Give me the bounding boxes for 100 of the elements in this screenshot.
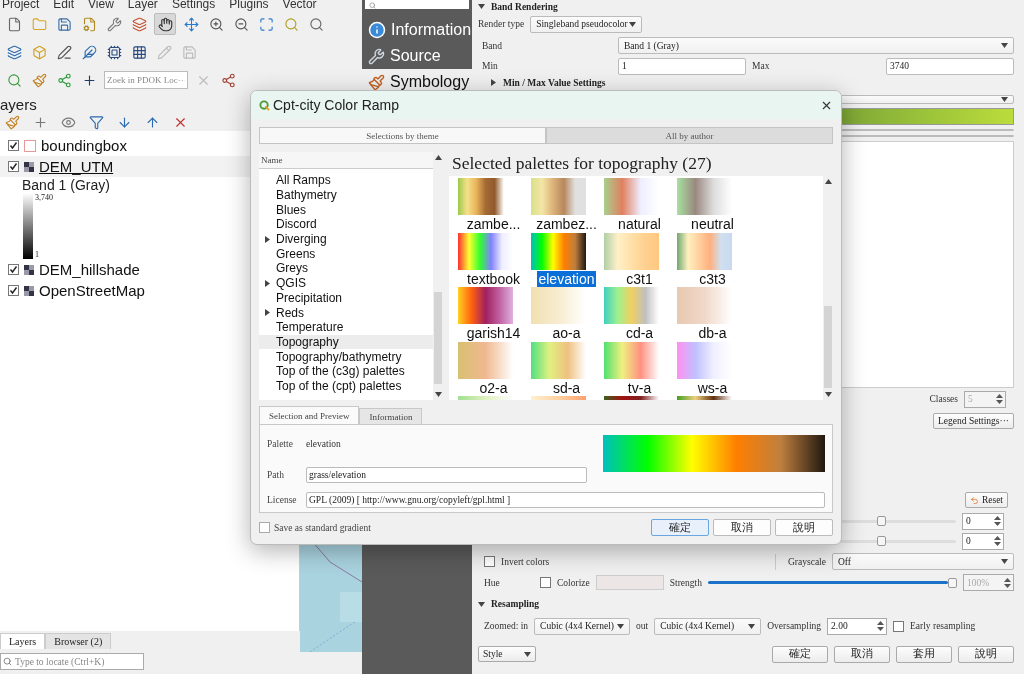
path-field[interactable]: grass/elevation (306, 467, 587, 483)
panel-tab[interactable]: Layers (0, 633, 46, 649)
tab[interactable]: Selections by theme (259, 127, 546, 144)
palette-swatch[interactable] (458, 287, 513, 324)
locator-field[interactable]: Zoek in PDOK Loc··· (104, 71, 188, 89)
palette-name[interactable]: c3t1 (625, 270, 654, 287)
palette-name[interactable]: ao-a (551, 325, 582, 341)
palette-swatch[interactable] (531, 178, 586, 215)
palette-name[interactable]: db-a (697, 325, 728, 341)
color-button[interactable] (595, 575, 664, 590)
palette-swatch[interactable] (531, 341, 586, 379)
zoomed-out-select[interactable]: Cubic (4x4 Kernel) (654, 617, 762, 635)
dialog-button[interactable]: 確定 (651, 519, 709, 536)
tree-item[interactable]: Blues (259, 202, 433, 218)
palette-swatch[interactable] (604, 232, 659, 270)
palette-swatch[interactable] (458, 232, 513, 270)
save-checkbox[interactable] (259, 522, 270, 533)
render-type-select[interactable]: Singleband pseudocolor (530, 15, 643, 33)
palette-name[interactable]: cd-a (624, 325, 655, 341)
layer-name[interactable]: boundingbox (41, 137, 127, 154)
value-spinbox[interactable]: 0 (962, 532, 1004, 550)
color-ramp-button[interactable] (840, 108, 1014, 125)
license-field[interactable]: GPL (2009) [ http://www.gnu.org/copyleft/gpl.html ] (306, 492, 825, 508)
tree-item[interactable]: Precipitation (259, 290, 433, 306)
tree-item[interactable]: All Ramps (259, 173, 433, 188)
menu-item[interactable]: Settings (171, 0, 216, 10)
dialog-button[interactable]: 說明 (958, 645, 1014, 663)
tree-item[interactable]: Greens (259, 246, 433, 262)
tree-item[interactable]: Temperature (259, 319, 433, 335)
slider-handle[interactable] (877, 535, 887, 546)
tree-item[interactable]: QGIS (259, 275, 433, 291)
menu-item[interactable]: Edit (53, 0, 75, 10)
section-header[interactable]: Resampling (478, 593, 540, 615)
tree-item[interactable]: Diverging (259, 231, 433, 247)
sidebar-item[interactable]: Source (362, 43, 472, 69)
tree-item[interactable]: Bathymetry (259, 187, 433, 203)
zoomed-in-select[interactable]: Cubic (4x4 Kernel) (534, 617, 631, 635)
layer-checkbox[interactable] (8, 161, 19, 172)
palette-name[interactable]: elevation (537, 270, 596, 287)
hand-icon[interactable] (154, 13, 176, 35)
tree-item[interactable]: Reds (259, 305, 433, 320)
dialog-button[interactable]: 取消 (713, 519, 771, 536)
palette-swatch[interactable] (531, 232, 586, 270)
layer-name[interactable]: DEM_hillshade (39, 261, 140, 278)
invert-checkbox[interactable] (484, 556, 495, 567)
tree-item[interactable]: Greys (259, 261, 433, 276)
section-header[interactable]: Min / Max Value Settings (478, 76, 606, 89)
palette-name[interactable]: zambe... (465, 216, 522, 232)
value-spinbox[interactable]: 0 (962, 512, 1004, 530)
style-dropdown[interactable]: Style (478, 646, 536, 662)
menu-item[interactable]: Vector (282, 0, 317, 10)
tab[interactable]: Information (359, 408, 423, 424)
palette-name[interactable]: o2-a (478, 379, 509, 396)
tree-item[interactable]: Topography/bathymetry (259, 349, 433, 364)
tab[interactable]: All by author (546, 127, 833, 144)
tree-item[interactable]: Top of the (cpt) palettes (259, 378, 433, 394)
palette-name[interactable]: ws-a (696, 379, 729, 396)
menu-item[interactable]: Layer (127, 0, 158, 10)
reset-button[interactable]: Reset (964, 492, 1008, 508)
dialog-button[interactable]: 套用 (896, 645, 952, 663)
tree-item[interactable]: Discord (259, 217, 433, 232)
grayscale-select[interactable]: Off (832, 553, 1014, 570)
slider-handle[interactable] (948, 577, 957, 588)
sidebar-item[interactable]: Information (362, 17, 472, 43)
tab[interactable]: Selection and Preview (259, 406, 360, 424)
early-resampling-checkbox[interactable] (893, 620, 905, 632)
palette-name[interactable]: neutral (690, 216, 735, 232)
menu-item[interactable]: Plugins (229, 0, 269, 10)
palette-swatch[interactable] (604, 341, 659, 379)
legend-settings-button[interactable]: Legend Settings··· (933, 413, 1014, 429)
locate-field[interactable]: Type to locate (Ctrl+K) (0, 653, 144, 670)
dialog-button[interactable]: 確定 (772, 645, 828, 663)
palette-name[interactable]: tv-a (626, 379, 653, 396)
palette-name[interactable]: zambez... (535, 216, 598, 232)
dialog-button[interactable]: 說明 (775, 519, 833, 536)
tree-item[interactable]: Top of the (c3g) palettes (259, 363, 433, 379)
menu-item[interactable]: View (88, 0, 114, 10)
palette-swatch[interactable] (677, 178, 732, 215)
layer-checkbox[interactable] (8, 140, 19, 151)
layer-name[interactable]: OpenStreetMap (39, 282, 145, 299)
dialog-button[interactable]: 取消 (834, 645, 890, 663)
panel-tab[interactable]: Browser (2) (45, 633, 112, 649)
layer-name[interactable]: DEM_UTM (39, 158, 114, 175)
colorize-checkbox[interactable] (540, 577, 551, 588)
layer-checkbox[interactable] (8, 264, 19, 275)
palette-swatch[interactable] (677, 287, 732, 324)
max-field[interactable]: 3740 (886, 57, 1014, 75)
band-select[interactable]: Band 1 (Gray) (618, 37, 1014, 54)
palette-name[interactable]: c3t3 (698, 270, 727, 287)
palette-name[interactable]: garish14 (465, 325, 522, 341)
palette-swatch[interactable] (531, 287, 586, 324)
interpolation-select[interactable] (840, 95, 1014, 104)
menu-item[interactable]: Project (2, 0, 40, 10)
layer-checkbox[interactable] (8, 285, 19, 296)
palette-name[interactable]: sd-a (551, 379, 582, 396)
palette-name[interactable]: textbook (466, 270, 521, 287)
palette-swatch[interactable] (604, 287, 659, 324)
oversampling-spinbox[interactable]: 2.00 (827, 617, 888, 635)
palette-swatch[interactable] (458, 341, 513, 379)
min-field[interactable]: 1 (618, 57, 746, 75)
